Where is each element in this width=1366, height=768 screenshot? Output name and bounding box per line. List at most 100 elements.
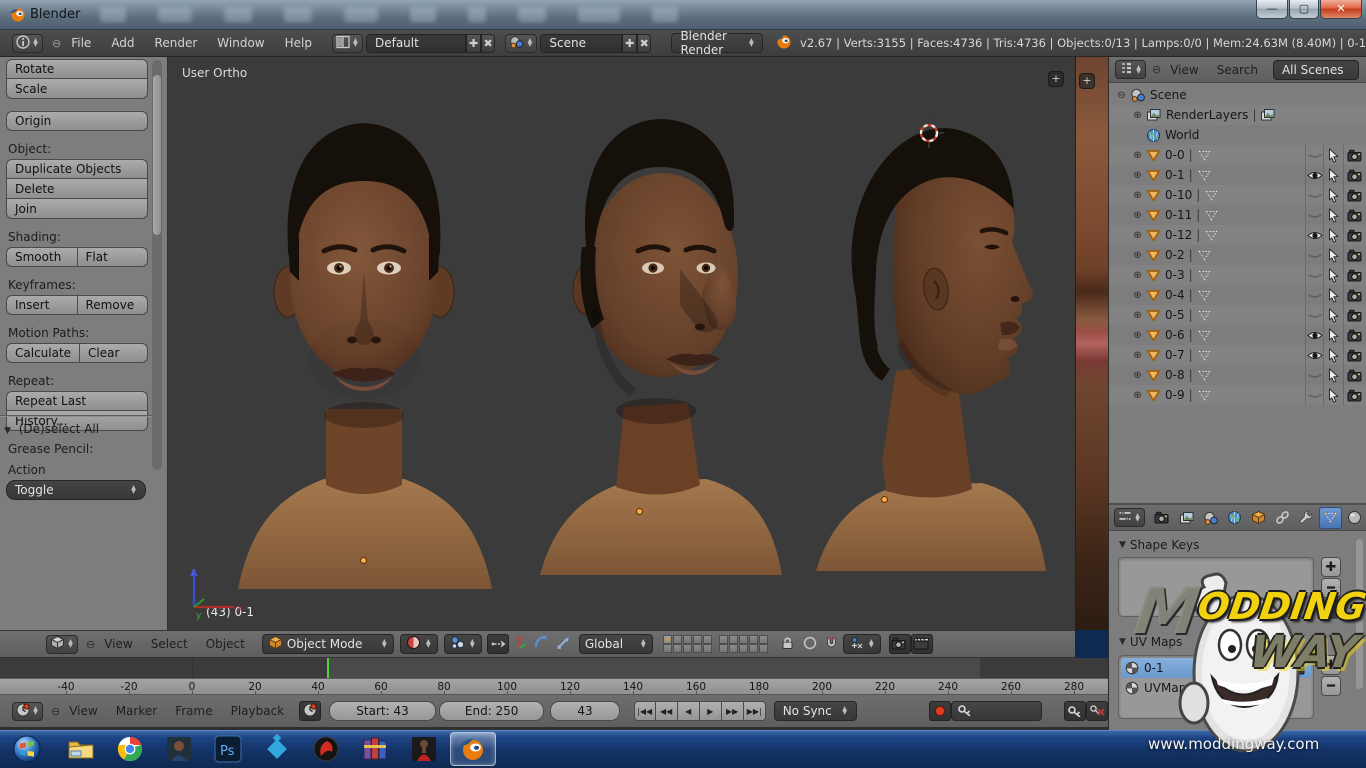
collapse-menus-icon[interactable]: ⊖ xyxy=(86,638,95,651)
add-uv-map-button[interactable]: ✚ xyxy=(1321,655,1341,675)
toolshelf-scroll-thumb[interactable] xyxy=(153,75,161,235)
shape-keys-panel-header[interactable]: ▼ Shape Keys xyxy=(1119,538,1199,552)
expander-icon[interactable]: ⊕ xyxy=(1131,370,1144,381)
restrict-camera-toggle[interactable] xyxy=(1343,205,1366,225)
menu-help[interactable]: Help xyxy=(275,36,322,50)
layer-toggle[interactable] xyxy=(673,635,682,644)
delete-scene-button[interactable]: ✖ xyxy=(637,34,652,53)
snap-toggle[interactable] xyxy=(821,634,843,654)
expander-icon[interactable]: ⊕ xyxy=(1131,150,1144,161)
menu-window[interactable]: Window xyxy=(207,36,274,50)
restrict-camera-toggle[interactable] xyxy=(1343,145,1366,165)
restrict-eye-toggle[interactable] xyxy=(1305,225,1323,245)
properties-tab-modifiers-wrench[interactable] xyxy=(1295,507,1318,529)
restrict-cursor-toggle[interactable] xyxy=(1323,145,1343,165)
taskbar-media-red-button[interactable] xyxy=(303,732,349,766)
restrict-cursor-toggle[interactable] xyxy=(1323,185,1343,205)
timeline-menu-view[interactable]: View xyxy=(60,704,106,718)
restrict-eye-toggle[interactable] xyxy=(1305,385,1323,405)
properties-scrollbar[interactable] xyxy=(1356,539,1363,689)
uv-map-row-0-1[interactable]: 0-1 xyxy=(1121,658,1311,678)
layer-toggle[interactable] xyxy=(729,635,738,644)
scene-name-field[interactable]: Scene xyxy=(540,34,622,53)
restrict-eye-toggle[interactable] xyxy=(1305,305,1323,325)
scale-manipulator-button[interactable] xyxy=(553,634,575,654)
properties-tab-render-layers[interactable] xyxy=(1175,507,1198,529)
prev-keyframe-button[interactable]: ◀◀ xyxy=(656,701,678,721)
expander-icon[interactable]: ⊕ xyxy=(1131,230,1144,241)
restrict-eye-toggle[interactable] xyxy=(1305,185,1323,205)
tool-button-clear[interactable]: Clear xyxy=(80,343,148,363)
expander-icon[interactable]: ⊕ xyxy=(1131,270,1144,281)
tool-button-scale[interactable]: Scale xyxy=(6,79,148,99)
tool-button-duplicate-objects[interactable]: Duplicate Objects xyxy=(6,159,148,179)
tool-button-flat[interactable]: Flat xyxy=(78,247,149,267)
restrict-eye-toggle[interactable] xyxy=(1305,365,1323,385)
expander-icon[interactable]: ⊕ xyxy=(1131,170,1144,181)
tool-button-delete[interactable]: Delete xyxy=(6,179,148,199)
restrict-cursor-toggle[interactable] xyxy=(1323,285,1343,305)
collapse-menus-icon[interactable]: ⊖ xyxy=(51,705,60,718)
head-model-threequarter[interactable] xyxy=(520,105,806,575)
restrict-cursor-toggle[interactable] xyxy=(1323,385,1343,405)
layer-toggle[interactable] xyxy=(739,635,748,644)
restrict-camera-toggle[interactable] xyxy=(1343,285,1366,305)
viewport-3d[interactable]: User Ortho (43) 0-1 xyxy=(168,57,1075,630)
layer-toggle[interactable] xyxy=(749,635,758,644)
restrict-cursor-toggle[interactable] xyxy=(1323,205,1343,225)
restrict-camera-toggle[interactable] xyxy=(1343,225,1366,245)
viewport-menu-select[interactable]: Select xyxy=(142,637,197,651)
lock-to-scene-button[interactable] xyxy=(777,634,799,654)
current-frame-playhead[interactable] xyxy=(327,658,329,678)
layer-toggle[interactable] xyxy=(693,635,702,644)
properties-tab-object-data-triangle[interactable] xyxy=(1319,507,1342,529)
layer-toggle[interactable] xyxy=(719,635,728,644)
editor-type-button[interactable]: ▲▼ xyxy=(12,34,43,53)
taskbar-kodi-button[interactable] xyxy=(254,732,300,766)
head-model-profile[interactable] xyxy=(786,101,1072,571)
next-keyframe-button[interactable]: ▶▶ xyxy=(722,701,744,721)
restrict-cursor-toggle[interactable] xyxy=(1323,165,1343,185)
outliner-scope-select[interactable]: All Scenes xyxy=(1273,60,1359,80)
restrict-eye-toggle[interactable] xyxy=(1305,325,1323,345)
mode-select[interactable]: Object Mode ▲▼ xyxy=(262,634,394,654)
keying-set-field[interactable] xyxy=(951,701,1042,721)
expander-icon[interactable]: ⊖ xyxy=(1115,90,1128,101)
sync-select[interactable]: No Sync ▲▼ xyxy=(774,701,857,721)
layer-toggle[interactable] xyxy=(759,635,768,644)
expander-icon[interactable]: ⊕ xyxy=(1131,350,1144,361)
restrict-eye-toggle[interactable] xyxy=(1305,165,1323,185)
close-button[interactable]: ✕ xyxy=(1320,0,1362,19)
opengl-anim-button[interactable] xyxy=(911,634,933,654)
jump-to-end-button[interactable]: ▶▶| xyxy=(744,701,766,721)
layer-toggle[interactable] xyxy=(729,644,738,653)
remove-uv-map-button[interactable]: ━ xyxy=(1321,676,1341,696)
restrict-camera-toggle[interactable] xyxy=(1343,325,1366,345)
outliner-row-0-10[interactable]: ⊕0-10| xyxy=(1109,185,1366,205)
restrict-camera-toggle[interactable] xyxy=(1343,185,1366,205)
shape-keys-list[interactable] xyxy=(1118,557,1314,617)
screen-layout-field[interactable]: Default xyxy=(366,34,466,53)
layer-toggle[interactable] xyxy=(663,635,672,644)
restrict-camera-toggle[interactable] xyxy=(1343,385,1366,405)
restrict-camera-toggle[interactable] xyxy=(1343,365,1366,385)
uv-maps-panel-header[interactable]: ▼ UV Maps xyxy=(1119,635,1182,649)
expander-icon[interactable]: ⊕ xyxy=(1131,190,1144,201)
snap-element-select[interactable]: ▲▼ xyxy=(843,634,881,654)
timeline-menu-marker[interactable]: Marker xyxy=(107,704,166,718)
object-origin-dot[interactable] xyxy=(360,557,367,564)
menu-add[interactable]: Add xyxy=(101,36,144,50)
delete-layout-button[interactable]: ✖ xyxy=(481,34,496,53)
play-button[interactable]: ▶ xyxy=(700,701,722,721)
menu-file[interactable]: File xyxy=(61,36,101,50)
expander-icon[interactable]: ⊕ xyxy=(1131,390,1144,401)
panel-header[interactable]: ▼ (De)select All xyxy=(0,416,152,442)
outliner-row-0-1[interactable]: ⊕0-1| xyxy=(1109,165,1366,185)
outliner-row-0-5[interactable]: ⊕0-5| xyxy=(1109,305,1366,325)
insert-keyframe-button[interactable] xyxy=(1064,701,1086,721)
viewport-menu-object[interactable]: Object xyxy=(197,637,254,651)
frame-end-field[interactable]: End: 250 xyxy=(439,701,544,721)
object-origin-dot[interactable] xyxy=(636,508,643,515)
proportional-edit-button[interactable] xyxy=(799,634,821,654)
delete-keyframe-button[interactable] xyxy=(1086,701,1108,721)
